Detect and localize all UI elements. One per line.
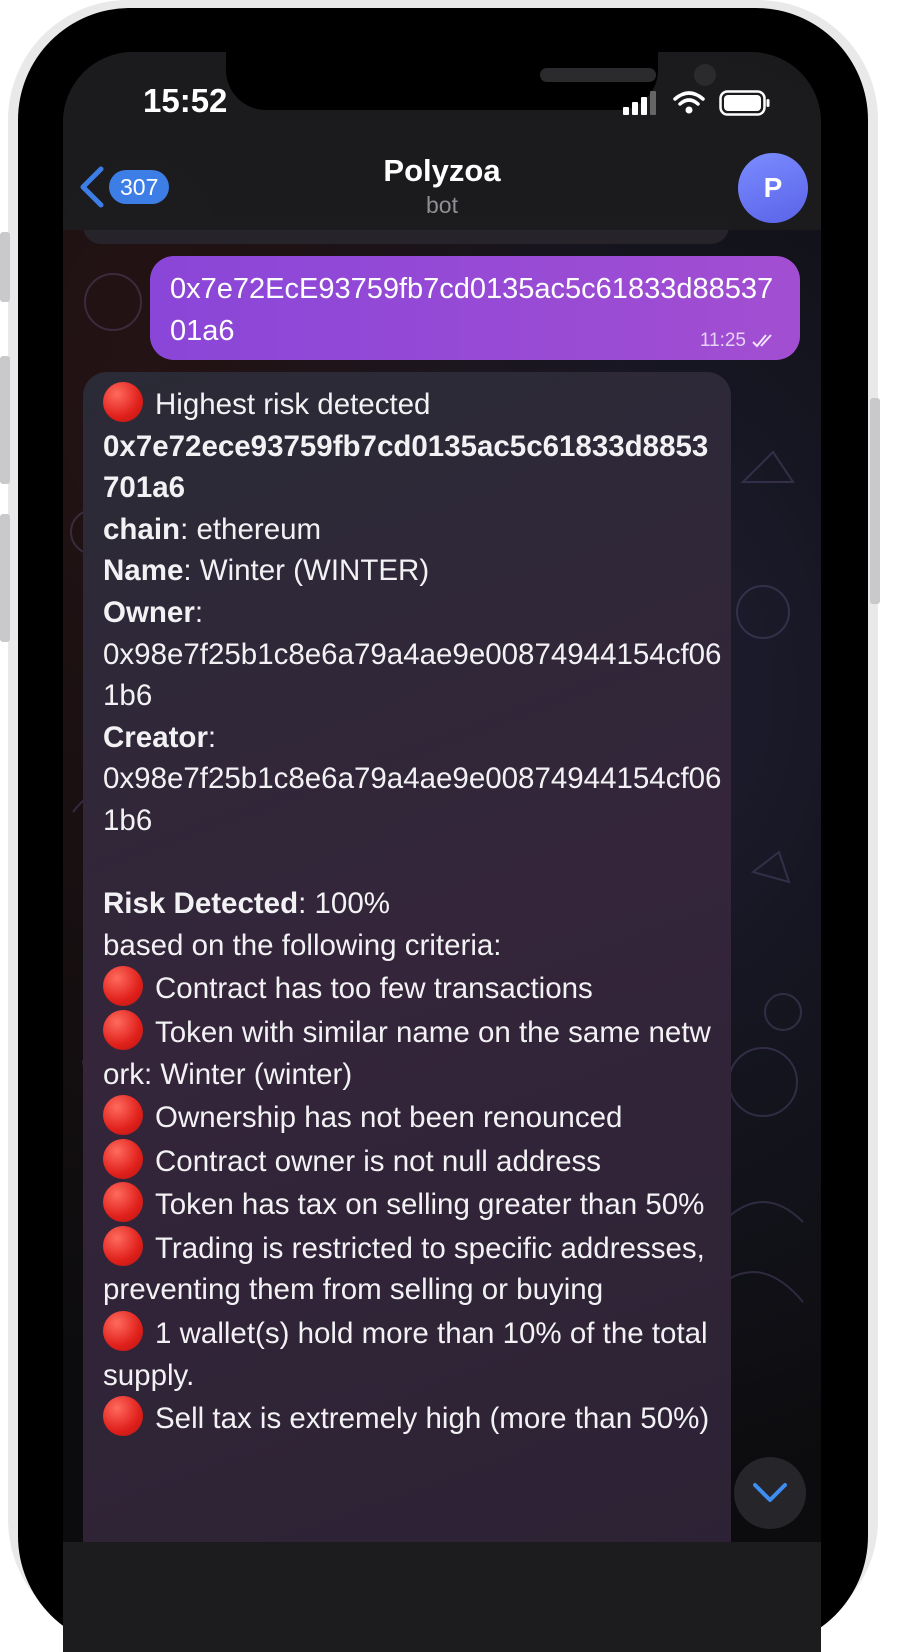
status-icons: [623, 90, 771, 116]
message-line-bold: chain: [103, 512, 181, 546]
message-line: Risk Detected: 100%: [103, 883, 723, 925]
message-line-text: : 100%: [298, 887, 390, 921]
camera: [694, 64, 716, 86]
chat-subtitle: bot: [426, 192, 458, 218]
message-line-bold: Creator: [103, 720, 208, 754]
message-line-text: Contract has too few transactions: [155, 972, 593, 1006]
message-line-text: Sell tax is extremely high (more than 50…: [155, 1402, 710, 1436]
message-line: Creator:: [103, 717, 723, 759]
message-line: Contract owner is not null address: [103, 1138, 723, 1183]
input-bar: [63, 1542, 821, 1652]
message-line-text: Highest risk detected: [155, 388, 431, 421]
message-line-text: 0x98e7f25b1c8e6a79a4ae9e00874944154cf061…: [103, 637, 722, 713]
red-circle-icon: [103, 1095, 143, 1136]
message-line: Token has tax on selling greater than 50…: [103, 1182, 723, 1226]
message-line-bold: Risk Detected: [103, 887, 299, 921]
red-circle-icon: [103, 1225, 143, 1266]
screen: 0x7e72EcE93759fb7cd0135ac5c61833d8853701…: [63, 52, 821, 1652]
red-circle-icon: [103, 1396, 143, 1437]
red-circle-icon: [103, 1311, 143, 1352]
status-time: 15:52: [143, 82, 228, 119]
message-line: Trading is restricted to specific addres…: [103, 1225, 723, 1311]
message-line: 0x98e7f25b1c8e6a79a4ae9e00874944154cf061…: [103, 634, 723, 717]
outgoing-message[interactable]: 0x7e72EcE93759fb7cd0135ac5c61833d8853701…: [150, 256, 800, 360]
message-line-text: :: [207, 720, 217, 754]
message-line: Owner:: [103, 592, 723, 634]
red-circle-icon: [103, 1009, 143, 1050]
chevron-down-icon: [753, 1483, 787, 1502]
message-line: Name: Winter (WINTER): [103, 550, 723, 592]
message-line: 0x98e7f25b1c8e6a79a4ae9e00874944154cf061…: [103, 758, 723, 841]
avatar[interactable]: P: [738, 153, 808, 223]
incoming-message[interactable]: Highest risk detected 0x7e72ece93759fb7cd…: [83, 372, 731, 1652]
message-line-text: :: [194, 595, 204, 629]
message-line: Sell tax is extremely high (more than 50…: [103, 1396, 723, 1440]
wifi-icon: [673, 91, 705, 114]
message-line: Token with similar name on the same netw…: [103, 1009, 723, 1095]
message-line: Ownership has not been renounced: [103, 1095, 723, 1139]
message-line: 1 wallet(s) hold more than 10% of the to…: [103, 1311, 723, 1396]
side-button-volume-down: [0, 514, 10, 642]
notch: [226, 52, 716, 110]
message-line-text: Contract owner is not null address: [155, 1144, 602, 1178]
incoming-message-text: Highest risk detected 0x7e72ece93759fb7cd…: [103, 382, 723, 1440]
message-line-text: : ethereum: [180, 512, 322, 546]
side-button-volume-up: [0, 356, 10, 484]
red-circle-icon: [103, 966, 143, 1007]
double-check-icon: [752, 334, 772, 348]
message-line-text: : Winter (WINTER): [183, 554, 430, 588]
outgoing-message-meta: 11:25: [700, 330, 778, 352]
message-line: based on the following criteria:: [103, 925, 723, 967]
side-button-power: [870, 398, 880, 604]
status-bar: 15:52: [63, 52, 821, 152]
speaker: [540, 68, 656, 82]
red-circle-icon: [103, 382, 143, 422]
message-line-text: 1 wallet(s) hold more than 10% of the to…: [103, 1317, 716, 1392]
message-line-bold: Owner: [103, 595, 195, 629]
message-line: 0x7e72ece93759fb7cd0135ac5c61833d8853701…: [103, 426, 723, 509]
message-line-text: Token with similar name on the same netw…: [103, 1015, 711, 1091]
red-circle-icon: [103, 1182, 143, 1223]
message-line: [103, 842, 723, 884]
battery-icon: [719, 90, 770, 116]
message-line-text: 0x98e7f25b1c8e6a79a4ae9e00874944154cf061…: [103, 762, 722, 837]
scroll-down-button[interactable]: [734, 1457, 806, 1529]
outgoing-message-text: 0x7e72EcE93759fb7cd0135ac5c61833d8853701…: [170, 273, 774, 347]
red-circle-icon: [103, 1138, 143, 1179]
message-line-bold: 0x7e72ece93759fb7cd0135ac5c61833d8853701…: [103, 429, 709, 505]
message-line: chain: ethereum: [103, 509, 723, 551]
message-line-text: Token has tax on selling greater than 50…: [155, 1188, 705, 1222]
chat-title[interactable]: Polyzoa: [63, 153, 821, 189]
message-line: Highest risk detected: [103, 382, 723, 426]
outgoing-message-time: 11:25: [699, 330, 746, 351]
message-line-text: Ownership has not been renounced: [155, 1101, 623, 1135]
signal-icon: [623, 91, 656, 115]
message-line-bold: Name: [103, 554, 184, 588]
side-button-silent: [0, 232, 10, 302]
message-line-text: based on the following criteria:: [103, 928, 502, 962]
message-line: Contract has too few transactions: [103, 966, 723, 1010]
message-line-text: Trading is restricted to specific addres…: [103, 1231, 714, 1307]
